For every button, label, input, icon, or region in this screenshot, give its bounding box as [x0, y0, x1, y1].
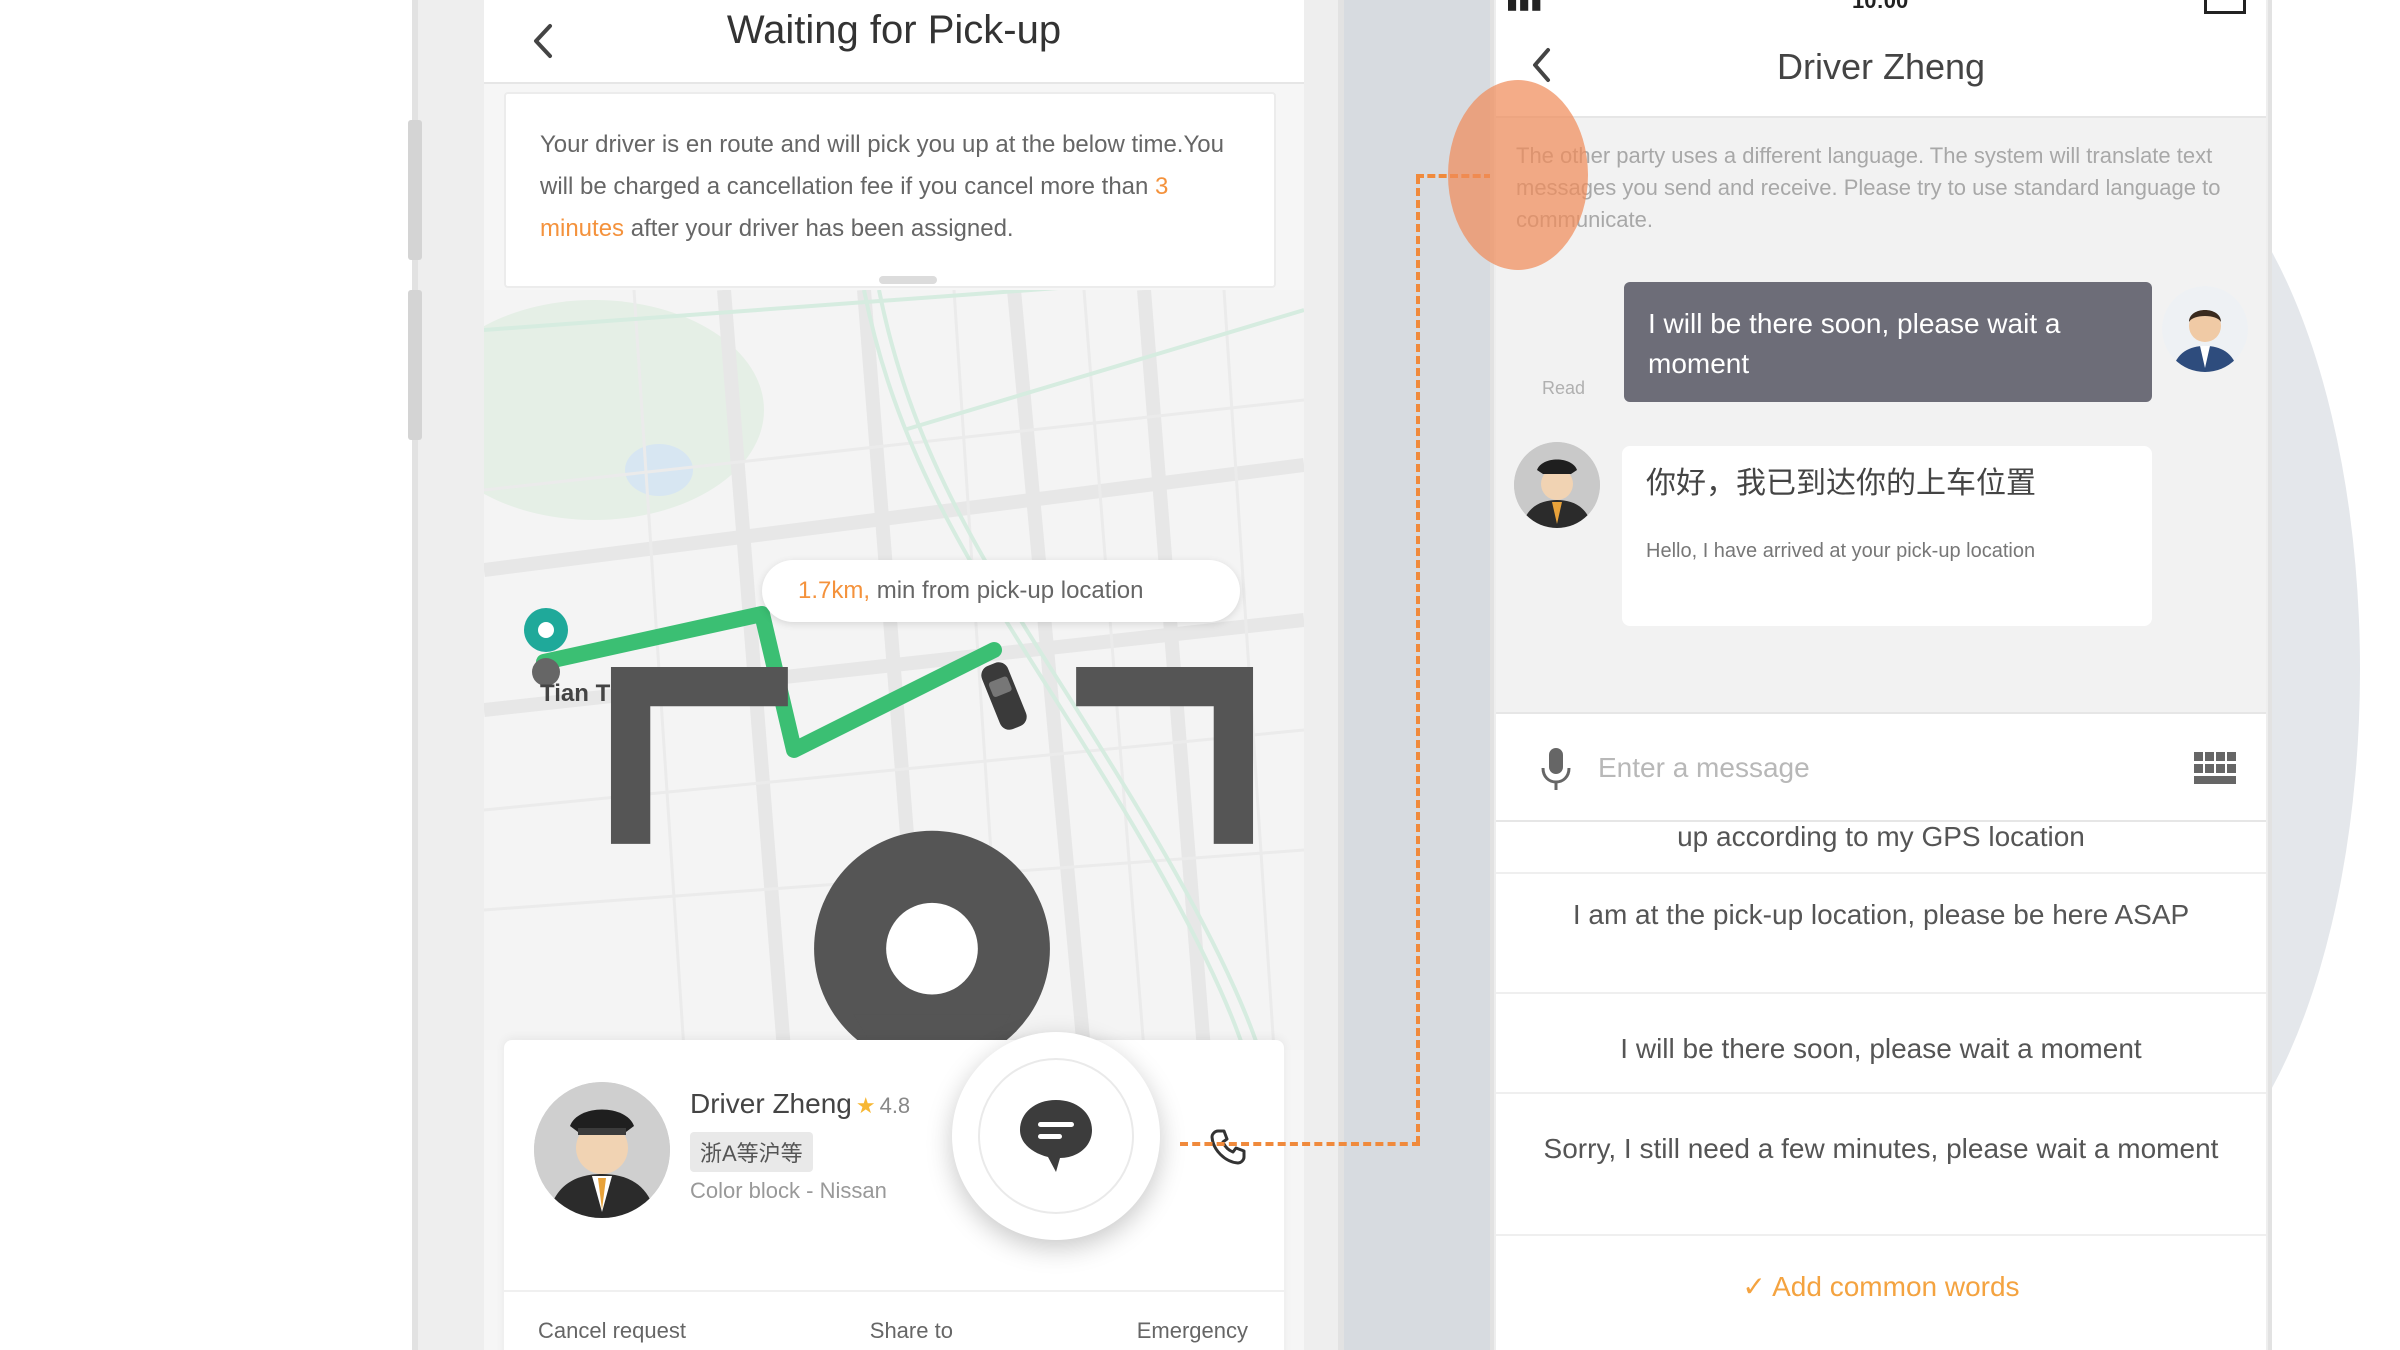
quick-phrase-item[interactable]: I am at the pick-up location, please be …	[1536, 896, 2226, 934]
divider	[1496, 992, 2266, 994]
page-title: Waiting for Pick-up	[726, 8, 1062, 52]
map-view[interactable]: 1.7km, min from pick-up location Tian Ti…	[484, 290, 1304, 1310]
driver-name: Driver Zheng	[690, 1088, 852, 1119]
driver-card: Driver Zheng ★ 4.8 浙A等沪等 Color block - Nis…	[504, 1040, 1284, 1350]
license-plate: 浙A等沪等	[690, 1132, 813, 1172]
emergency-button[interactable]: Emergency	[1137, 1318, 1248, 1343]
keyboard-icon[interactable]	[2192, 746, 2236, 790]
driver-rating: 4.8	[879, 1093, 911, 1118]
quick-phrase-list: up according to my GPS location I am at …	[1496, 821, 2266, 1350]
phone-icon[interactable]	[1206, 1125, 1250, 1169]
signal-icon: ▮▮▮	[1506, 0, 1543, 13]
outgoing-message: I will be there soon, please wait a mome…	[1624, 282, 2152, 402]
drag-handle[interactable]	[879, 276, 937, 284]
incoming-message: 你好，我已到达你的上车位置 Hello, I have arrived at y…	[1622, 446, 2152, 626]
battery-icon	[2204, 0, 2246, 14]
incoming-translation: Hello, I have arrived at your pick-up lo…	[1646, 540, 2036, 562]
star-icon: ★	[855, 1093, 876, 1118]
message-driver-button[interactable]	[952, 1032, 1160, 1240]
status-bar: ▮▮▮ 10:00	[1496, 0, 2266, 18]
driver-actions: Cancel request Share to Emergency	[504, 1290, 1284, 1343]
quick-phrase-item[interactable]: up according to my GPS location	[1536, 818, 2226, 856]
quick-phrase-item[interactable]: I will be there soon, please wait a mome…	[1536, 1030, 2226, 1068]
message-input-bar	[1496, 712, 2266, 822]
notice-text: Your driver is en route and will pick yo…	[540, 131, 1224, 200]
divider	[1496, 1234, 2266, 1236]
chat-screen: ▮▮▮ 10:00 Driver Zheng The other party u…	[1496, 0, 2266, 1350]
connector-line	[1180, 1142, 1420, 1146]
eta-text: min from pick-up location	[870, 577, 1144, 604]
volume-down-button	[408, 290, 422, 440]
driver-avatar	[534, 1082, 670, 1218]
notice-text-end: after your driver has been assigned.	[624, 215, 1014, 242]
quick-phrase-item[interactable]: Sorry, I still need a few minutes, pleas…	[1536, 1130, 2226, 1168]
read-receipt: Read	[1542, 378, 1586, 398]
divider	[1496, 1092, 2266, 1094]
add-common-words-button[interactable]: ✓ Add common words	[1496, 1270, 2266, 1303]
highlight-marker	[1448, 80, 1588, 270]
driver-name-row: Driver Zheng ★ 4.8	[690, 1088, 910, 1120]
cancel-request-button[interactable]: Cancel request	[538, 1318, 686, 1343]
status-time: 10:00	[1852, 0, 1909, 13]
chat-nav-bar: Driver Zheng	[1496, 18, 2266, 118]
share-button[interactable]: Share to	[870, 1318, 953, 1343]
eta-distance: 1.7km,	[798, 577, 871, 604]
user-avatar	[2162, 286, 2248, 372]
driver-chat-avatar	[1514, 442, 1600, 528]
car-model: Color block - Nissan	[690, 1178, 887, 1203]
divider	[1496, 872, 2266, 874]
chat-bubble-icon	[1020, 1100, 1092, 1172]
volume-up-button	[408, 120, 422, 260]
connector-line	[1416, 176, 1420, 1144]
incoming-original: 你好，我已到达你的上车位置	[1646, 467, 2036, 500]
translation-notice: The other party uses a different languag…	[1516, 143, 2221, 232]
pickup-notice: Your driver is en route and will pick yo…	[504, 92, 1276, 288]
waiting-screen: Waiting for Pick-up Your driver is en ro…	[484, 0, 1304, 1350]
microphone-icon[interactable]	[1536, 744, 1576, 794]
nav-bar: Waiting for Pick-up	[484, 0, 1304, 84]
chat-title: Driver Zheng	[1776, 46, 1986, 87]
message-input[interactable]	[1598, 738, 2158, 798]
